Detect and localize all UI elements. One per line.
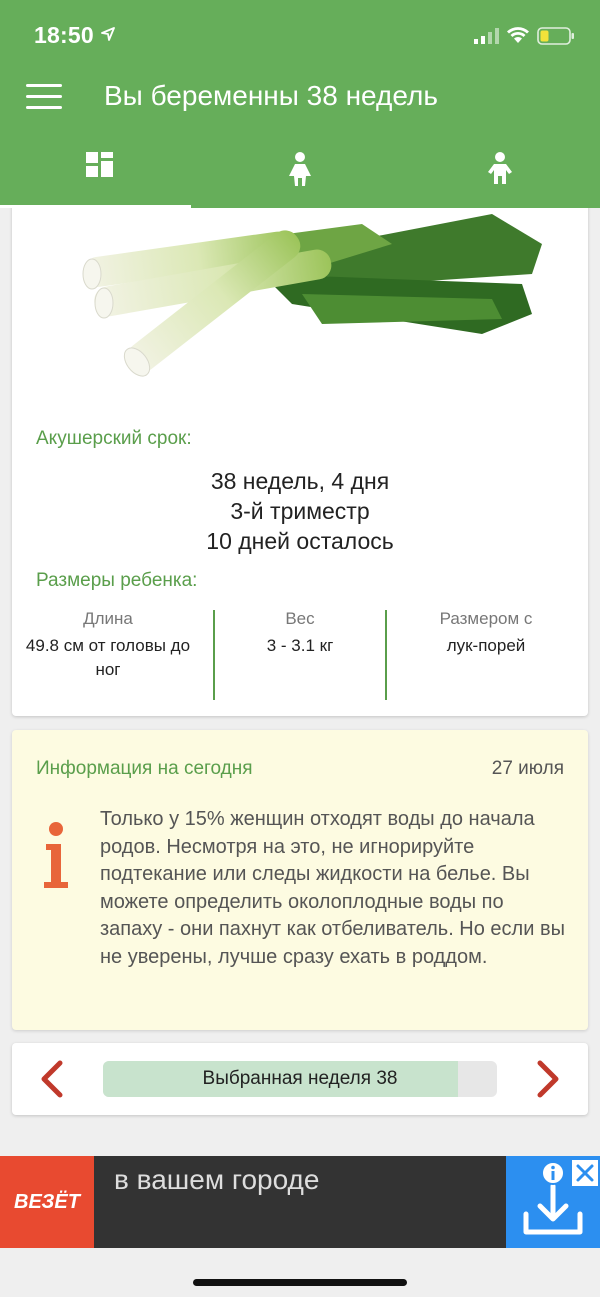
term-info: 38 недель, 4 дня 3-й триместр 10 дней ос… bbox=[12, 466, 588, 556]
metric-value: лук-порей bbox=[446, 636, 526, 655]
status-bar: 18:50 bbox=[0, 0, 600, 70]
daily-info-card: Информация на сегодня 27 июля Только у 1… bbox=[12, 730, 588, 1030]
top-app-bar: Вы беременны 38 недель bbox=[0, 70, 600, 130]
ad-brand-logo: ВЕЗЁТ bbox=[0, 1156, 94, 1248]
metric-value: 49.8 см от головы до ног bbox=[25, 636, 191, 679]
leek-image bbox=[82, 214, 542, 377]
child-icon bbox=[488, 152, 512, 184]
metric-weight: Вес 3 - 3.1 кг bbox=[204, 608, 396, 658]
next-week-chevron-icon[interactable] bbox=[534, 1059, 564, 1099]
battery-icon bbox=[537, 27, 574, 45]
baby-metrics: Длина 49.8 см от головы до ног Вес 3 - 3… bbox=[12, 608, 588, 700]
previous-week-chevron-icon[interactable] bbox=[36, 1059, 66, 1099]
info-text: Только у 15% женщин отходят воды до нача… bbox=[100, 808, 565, 968]
metric-value: 3 - 3.1 кг bbox=[266, 636, 334, 655]
woman-icon bbox=[289, 152, 311, 186]
term-trimester: 3-й триместр bbox=[230, 498, 370, 524]
info-title: Информация на сегодня bbox=[36, 758, 253, 779]
term-weeks-days: 38 недель, 4 дня bbox=[210, 468, 390, 494]
dashboard-icon bbox=[86, 152, 113, 177]
home-indicator bbox=[193, 1279, 407, 1286]
wifi-icon bbox=[507, 27, 529, 43]
metric-length: Длина 49.8 см от головы до ног bbox=[12, 608, 204, 682]
ad-info-icon[interactable] bbox=[540, 1160, 566, 1186]
selected-week-label: Выбранная неделя 38 bbox=[202, 1068, 398, 1089]
location-arrow-icon bbox=[101, 27, 115, 41]
info-date: 27 июля bbox=[491, 758, 564, 779]
cellular-signal-icon bbox=[474, 28, 499, 44]
info-icon bbox=[44, 822, 68, 888]
ad-close-icon[interactable] bbox=[572, 1160, 598, 1186]
page-title: Вы беременны 38 недель bbox=[104, 80, 438, 111]
metric-title: Длина bbox=[83, 609, 133, 628]
tab-dashboard[interactable] bbox=[0, 130, 200, 208]
term-days-left: 10 дней осталось bbox=[206, 528, 394, 554]
metric-title: Вес bbox=[285, 609, 315, 628]
week-summary-card: Акушерский срок: 38 недель, 4 дня 3-й тр… bbox=[12, 180, 588, 716]
metric-size-comparison: Размером с лук-порей bbox=[390, 608, 582, 658]
ad-banner[interactable]: ВЕЗЁТ в вашем городе bbox=[0, 1156, 600, 1248]
divider bbox=[385, 610, 387, 700]
tab-bar bbox=[0, 130, 600, 208]
app-header: 18:50 Вы беременны 38 недель bbox=[0, 0, 600, 208]
week-navigation: Выбранная неделя 38 bbox=[12, 1043, 588, 1115]
tab-baby[interactable] bbox=[400, 130, 600, 208]
status-time: 18:50 bbox=[34, 22, 94, 48]
ad-text: в вашем городе bbox=[114, 1164, 320, 1195]
metric-title: Размером с bbox=[439, 609, 533, 628]
baby-size-label: Размеры ребенка: bbox=[36, 570, 198, 591]
week-progress-bar[interactable]: Выбранная неделя 38 bbox=[103, 1061, 497, 1097]
term-label: Акушерский срок: bbox=[36, 428, 192, 449]
hamburger-menu-icon[interactable] bbox=[26, 82, 62, 112]
tab-mother[interactable] bbox=[200, 130, 400, 208]
